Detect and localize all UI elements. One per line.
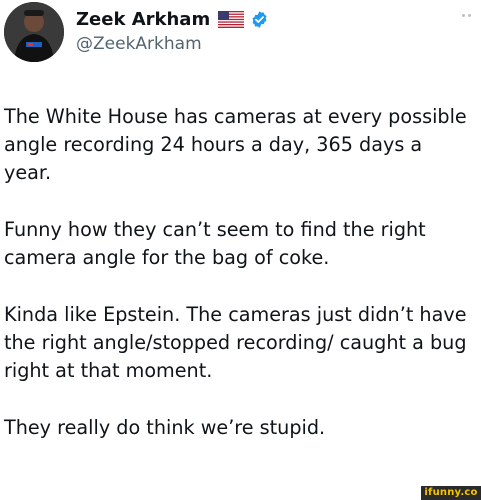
verified-badge-icon xyxy=(252,10,267,28)
tweet-paragraph: Funny how they can’t seem to find the ri… xyxy=(4,218,426,269)
avatar[interactable] xyxy=(4,2,64,62)
tweet-paragraph: The White House has cameras at every pos… xyxy=(4,105,467,184)
tweet-header: Zeek Arkham @ZeekArkham xyxy=(0,0,481,75)
ifunny-watermark: ifunny.co xyxy=(421,486,481,500)
tweet-paragraph: They really do think we’re stupid. xyxy=(4,416,326,439)
user-handle[interactable]: @ZeekArkham xyxy=(76,34,202,54)
us-flag-icon xyxy=(218,10,245,28)
name-row: Zeek Arkham xyxy=(76,6,269,32)
tweet-text: The White House has cameras at every pos… xyxy=(4,103,474,471)
avatar-image xyxy=(4,2,64,62)
tweet-paragraph: Kinda like Epstein. The cameras just did… xyxy=(4,303,467,382)
display-name[interactable]: Zeek Arkham xyxy=(76,9,210,30)
more-options-icon[interactable] xyxy=(462,14,471,17)
